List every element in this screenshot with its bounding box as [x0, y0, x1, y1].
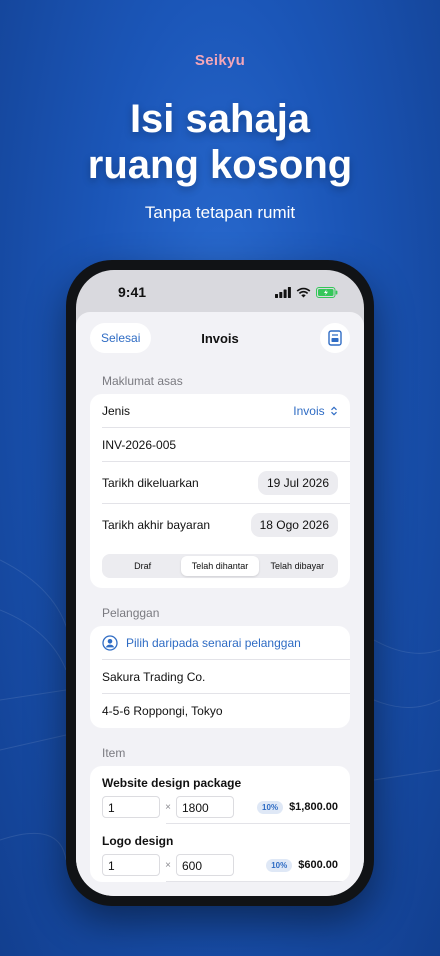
issue-date-row: Tarikh dikeluarkan 19 Jul 2026: [90, 462, 350, 504]
type-picker[interactable]: Invois: [293, 404, 338, 418]
quantity-field[interactable]: 1: [102, 854, 160, 876]
section-basic-info-label: Maklumat asas: [102, 374, 183, 388]
section-items-label: Item: [102, 746, 126, 760]
phone-screen: 9:41 Selesai Invois Maklumat asas Jenis …: [76, 270, 364, 896]
tax-rate-badge[interactable]: 10%: [266, 858, 293, 872]
multiply-icon: ×: [165, 801, 171, 813]
customer-name-field[interactable]: Sakura Trading Co.: [90, 660, 350, 694]
issue-date-label: Tarikh dikeluarkan: [102, 476, 199, 490]
person-circle-icon: [102, 635, 118, 651]
tax-rate-badge[interactable]: 10%: [257, 800, 284, 814]
status-bar: 9:41: [76, 270, 364, 314]
wifi-icon: [296, 287, 311, 297]
line-total: $1,800.00: [289, 801, 338, 813]
status-icons: [275, 286, 338, 298]
status-segment-paid[interactable]: Telah dibayar: [259, 556, 336, 576]
unit-price-field[interactable]: 1800: [176, 796, 234, 818]
pick-customer-row[interactable]: Pilih daripada senarai pelanggan: [90, 626, 350, 660]
multiply-icon: ×: [165, 859, 171, 871]
navigation-bar: Selesai Invois: [76, 312, 364, 364]
basic-info-card: Jenis Invois INV-2026-005 Tarikh dikelua…: [90, 394, 350, 588]
item-name[interactable]: Logo design: [102, 834, 338, 848]
battery-icon: [316, 286, 338, 298]
list-item: Website design package 1 × 1800 10% $1,8…: [90, 766, 350, 824]
quantity-field[interactable]: 1: [102, 796, 160, 818]
done-button[interactable]: Selesai: [90, 323, 152, 353]
due-date-row: Tarikh akhir bayaran 18 Ogo 2026: [90, 504, 350, 546]
headline: Isi sahaja ruang kosong: [0, 96, 440, 188]
invoice-number-value: INV-2026-005: [102, 438, 177, 452]
items-card: Website design package 1 × 1800 10% $1,8…: [90, 766, 350, 882]
status-segmented-control: Draf Telah dihantar Telah dibayar: [102, 554, 338, 578]
preview-document-button[interactable]: [320, 323, 350, 353]
customer-address-field[interactable]: 4-5-6 Roppongi, Tokyo: [90, 694, 350, 728]
invoice-sheet: Selesai Invois Maklumat asas Jenis Invoi…: [76, 312, 364, 896]
phone-frame: 9:41 Selesai Invois Maklumat asas Jenis …: [66, 260, 374, 906]
document-icon: [328, 330, 342, 346]
list-item: Logo design 1 × 600 10% $600.00: [90, 824, 350, 882]
type-label: Jenis: [102, 404, 131, 418]
customer-card: Pilih daripada senarai pelanggan Sakura …: [90, 626, 350, 728]
customer-name-value: Sakura Trading Co.: [102, 670, 206, 684]
chevron-up-down-icon: [331, 406, 337, 416]
status-segment-sent[interactable]: Telah dihantar: [181, 556, 259, 576]
issue-date-picker[interactable]: 19 Jul 2026: [257, 471, 338, 495]
headline-line-1: Isi sahaja: [129, 97, 311, 141]
customer-address-value: 4-5-6 Roppongi, Tokyo: [102, 704, 223, 718]
status-time: 9:41: [118, 284, 147, 300]
status-segment-draft[interactable]: Draf: [104, 556, 181, 576]
type-value: Invois: [293, 404, 325, 418]
section-customer-label: Pelanggan: [102, 606, 160, 620]
line-total: $600.00: [298, 859, 338, 871]
pick-customer-label: Pilih daripada senarai pelanggan: [126, 636, 301, 650]
type-row[interactable]: Jenis Invois: [90, 394, 350, 428]
brand-name: Seikyu: [194, 52, 246, 69]
headline-line-2: ruang kosong: [87, 143, 353, 187]
invoice-number-field[interactable]: INV-2026-005: [90, 428, 350, 462]
item-name[interactable]: Website design package: [102, 776, 338, 790]
subheadline: Tanpa tetapan rumit: [144, 203, 296, 222]
signal-icon: [275, 286, 291, 298]
unit-price-field[interactable]: 600: [176, 854, 234, 876]
due-date-label: Tarikh akhir bayaran: [102, 518, 211, 532]
due-date-picker[interactable]: 18 Ogo 2026: [250, 513, 338, 537]
